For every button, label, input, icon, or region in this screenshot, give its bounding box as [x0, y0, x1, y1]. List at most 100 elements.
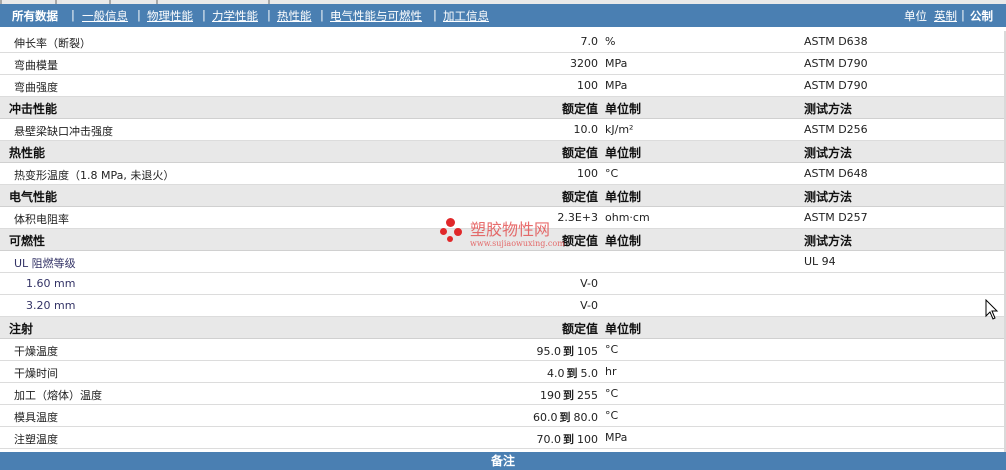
property-unit: MPa	[605, 57, 628, 70]
tab-separator: |	[137, 8, 141, 22]
tab-physical[interactable]: 物理性能	[147, 8, 193, 24]
table-row: 弯曲模量 3200 MPa ASTM D790	[0, 53, 1006, 75]
notes-bar[interactable]: 备注	[0, 452, 1006, 470]
property-value-range: 190 到 255	[540, 387, 598, 403]
table-row: 1.60 mm V-0	[0, 273, 1006, 295]
unit-imperial-link[interactable]: 英制	[934, 8, 957, 24]
tab-general-info[interactable]: 一般信息	[82, 8, 128, 24]
property-unit: kJ/m²	[605, 123, 634, 136]
property-name: 干燥温度	[14, 345, 58, 358]
test-method: ASTM D790	[804, 57, 868, 70]
range-high: 105	[577, 345, 598, 358]
test-method: ASTM D638	[804, 35, 868, 48]
table-row: 干燥温度 95.0 到 105 °C	[0, 339, 1006, 361]
column-header-value: 额定值	[561, 190, 598, 204]
table-row: 体积电阻率 2.3E+3 ohm·cm ASTM D257	[0, 207, 1006, 229]
tab-separator: |	[71, 8, 75, 22]
range-low: 60.0	[533, 411, 558, 424]
property-name: 1.60 mm	[26, 277, 76, 290]
range-low: 70.0	[536, 433, 562, 446]
table-row: 弯曲强度 100 MPa ASTM D790	[0, 75, 1006, 97]
section-header-row: 可燃性 额定值 单位制 测试方法	[0, 229, 1006, 251]
column-header-method: 测试方法	[804, 234, 853, 248]
section-title: 可燃性	[9, 234, 46, 248]
test-method: UL 94	[804, 255, 836, 268]
range-high: 255	[577, 389, 598, 402]
range-to: 到	[559, 411, 571, 424]
range-high: 100	[577, 433, 598, 446]
property-value: 2.3E+3	[557, 211, 598, 224]
section-title: 电气性能	[9, 190, 58, 204]
property-name: 弯曲强度	[14, 81, 58, 94]
column-header-unit: 单位制	[605, 234, 642, 248]
property-unit: °C	[605, 343, 619, 356]
property-value-range: 4.0 到 5.0	[547, 365, 598, 381]
range-high: 5.0	[580, 367, 599, 380]
property-value-range: 95.0 到 105	[537, 343, 599, 359]
tab-mechanical[interactable]: 力学性能	[212, 8, 258, 24]
section-header-row: 注射 额定值 单位制	[0, 317, 1006, 339]
test-method: ASTM D256	[804, 123, 868, 136]
property-unit: ohm·cm	[605, 211, 650, 224]
column-header-value: 额定值	[561, 234, 598, 248]
test-method: ASTM D648	[804, 167, 868, 180]
property-name: 悬壁梁缺口冲击强度	[14, 125, 113, 138]
table-row: 注塑温度 70.0 到 100 MPa	[0, 427, 1006, 449]
property-value: V-0	[580, 277, 598, 290]
range-high: 80.0	[573, 411, 599, 424]
property-name: 弯曲模量	[14, 59, 58, 72]
property-value: V-0	[580, 299, 598, 312]
tab-processing[interactable]: 加工信息	[443, 8, 489, 24]
property-table: 伸长率（断裂） 7.0% ASTM D638 弯曲模量 3200 MPa ASTM D790…	[0, 31, 1006, 449]
tab-thermal[interactable]: 热性能	[277, 8, 312, 24]
column-header-unit: 单位制	[605, 146, 642, 160]
property-name: 热变形温度（1.8 MPa, 未退火）	[14, 169, 175, 182]
section-header-row: 热性能 额定值 单位制 测试方法	[0, 141, 1006, 163]
range-to: 到	[563, 433, 574, 446]
property-name: 干燥时间	[14, 367, 58, 380]
property-name: 3.20 mm	[26, 299, 76, 312]
table-row: 干燥时间 4.0 到 5.0 hr	[0, 361, 1006, 383]
section-title: 注射	[9, 322, 34, 336]
column-header-unit: 单位制	[605, 102, 642, 116]
tab-separator: |	[267, 8, 271, 22]
tab-separator: |	[433, 8, 437, 22]
column-header-unit: 单位制	[605, 322, 642, 336]
property-unit: °C	[605, 167, 619, 180]
property-unit: °C	[605, 409, 619, 422]
property-unit: %	[605, 35, 616, 48]
property-name: 注塑温度	[14, 433, 58, 446]
column-header-value: 额定值	[561, 322, 598, 336]
tab-electrical-flammability[interactable]: 电气性能与可燃性	[330, 8, 422, 24]
unit-metric-selected[interactable]: 公制	[970, 8, 993, 24]
table-row: 模具温度 60.0 到 80.0 °C	[0, 405, 1006, 427]
table-row: UL 阻燃等级 UL 94	[0, 251, 1006, 273]
mouse-cursor-icon	[985, 299, 999, 320]
property-value-range: 60.0 到 80.0	[533, 409, 598, 425]
column-header-value: 额定值	[561, 102, 598, 116]
property-value-range: 70.0 到 100	[537, 431, 599, 447]
property-name[interactable]: UL 阻燃等级	[14, 255, 76, 271]
property-value: 100	[577, 79, 598, 92]
property-value: 10.0	[573, 123, 599, 136]
property-value: 7.0	[580, 35, 599, 48]
table-row: 热变形温度（1.8 MPa, 未退火） 100 °C ASTM D648	[0, 163, 1006, 185]
range-to: 到	[566, 367, 578, 380]
column-header-unit: 单位制	[605, 190, 642, 204]
test-method: ASTM D790	[804, 79, 868, 92]
property-unit: MPa	[605, 79, 628, 92]
property-value: 100	[577, 167, 598, 180]
section-header-row: 冲击性能 额定值 单位制 测试方法	[0, 97, 1006, 119]
column-header-value: 额定值	[561, 146, 598, 160]
range-to: 到	[563, 389, 574, 402]
range-to: 到	[563, 345, 574, 358]
range-low: 4.0	[547, 367, 565, 380]
tab-nav-bar: 所有数据 | 一般信息 | 物理性能 | 力学性能 | 热性能 | 电气性能与可…	[0, 4, 1006, 27]
property-unit: °C	[605, 387, 619, 400]
table-row: 悬壁梁缺口冲击强度 10.0 kJ/m² ASTM D256	[0, 119, 1006, 141]
tab-all-data[interactable]: 所有数据	[12, 8, 58, 24]
range-low: 190	[540, 389, 561, 402]
property-name: 加工（熔体）温度	[14, 389, 102, 402]
property-unit: MPa	[605, 431, 628, 444]
property-name: 模具温度	[14, 411, 58, 424]
